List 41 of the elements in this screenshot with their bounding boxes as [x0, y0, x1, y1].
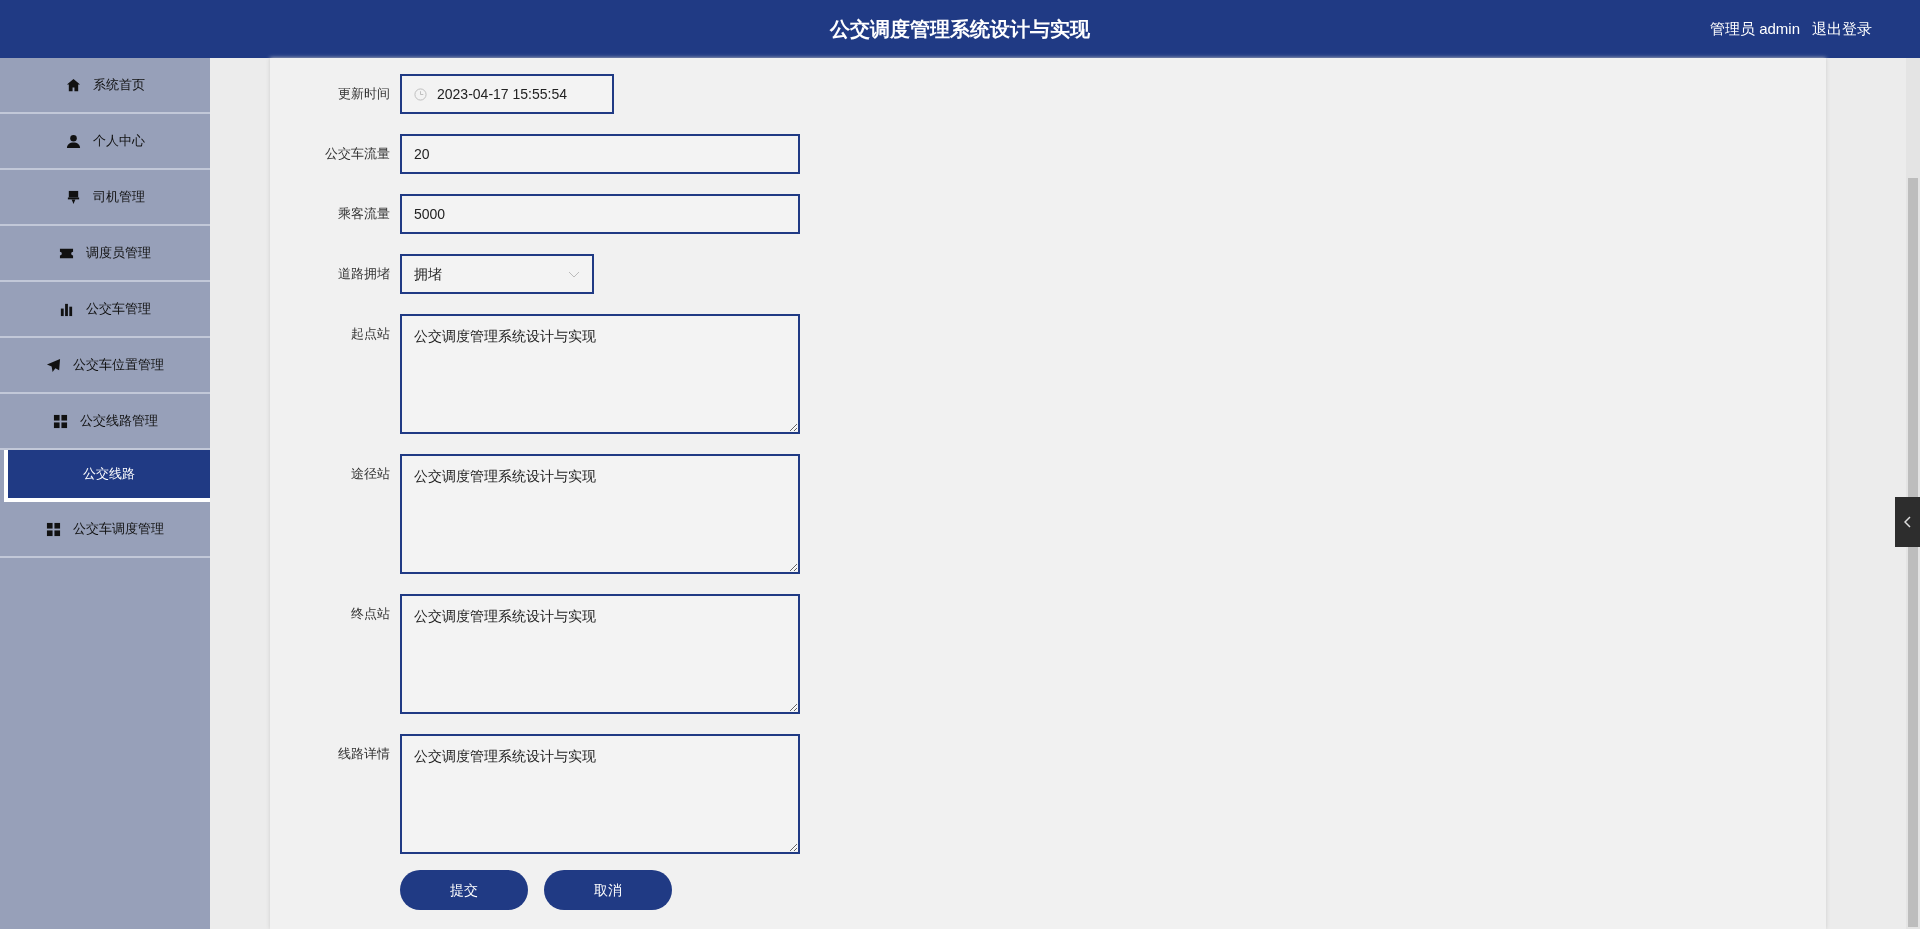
input-field[interactable]: 20 [400, 134, 800, 174]
bar-chart-icon [59, 301, 74, 317]
input-field[interactable]: 5000 [400, 194, 800, 234]
scrollbar[interactable] [1906, 58, 1920, 929]
field-label: 起点站 [350, 325, 391, 343]
select-field[interactable]: 拥堵 [400, 254, 594, 294]
sidebar-item[interactable]: 调度员管理 [0, 226, 210, 282]
sidebar-item[interactable]: 个人中心 [0, 114, 210, 170]
sidebar-item[interactable]: 公交车调度管理 [0, 502, 210, 558]
pushpin-icon [65, 189, 81, 205]
text-area[interactable]: 公交调度管理系统设计与实现 [400, 314, 800, 434]
clock-icon [414, 87, 427, 101]
text-area[interactable]: 公交调度管理系统设计与实现 [400, 594, 800, 714]
field-label: 公交车流量 [324, 145, 391, 163]
home-icon [65, 77, 81, 93]
sidebar-item[interactable]: 公交线路 [4, 450, 210, 502]
grid-icon [46, 521, 61, 537]
field-label: 途径站 [350, 465, 391, 483]
app-title: 公交调度管理系统设计与实现 [830, 17, 1090, 42]
sidebar-item[interactable]: 司机管理 [0, 170, 210, 226]
date-field[interactable]: 2023-04-17 15:55:54 [400, 74, 614, 114]
sidebar-item[interactable]: 公交车位置管理 [0, 338, 210, 394]
chevron-left-icon [1903, 516, 1912, 528]
field-label: 道路拥堵 [337, 265, 391, 283]
user-label: 管理员 admin [1709, 19, 1800, 39]
cancel-button[interactable]: 取消 [544, 870, 672, 910]
field-label: 乘客流量 [337, 205, 391, 223]
field-label: 更新时间 [337, 85, 391, 103]
user-icon [65, 133, 81, 149]
collapse-button[interactable] [1895, 497, 1920, 547]
grid-icon [52, 413, 68, 429]
sidebar-item[interactable]: 系统首页 [0, 58, 210, 114]
text-area[interactable]: 公交调度管理系统设计与实现 [400, 454, 800, 574]
field-label: 线路详情 [337, 745, 391, 763]
paper-plane-icon [46, 357, 61, 373]
chevron-down-icon [568, 270, 580, 278]
field-label: 终点站 [350, 605, 391, 623]
submit-button[interactable]: 提交 [400, 870, 528, 910]
text-area[interactable]: 公交调度管理系统设计与实现 [400, 734, 800, 854]
logout-link[interactable]: 退出登录 [1812, 18, 1872, 41]
sidebar-item[interactable]: 公交车管理 [0, 282, 210, 338]
